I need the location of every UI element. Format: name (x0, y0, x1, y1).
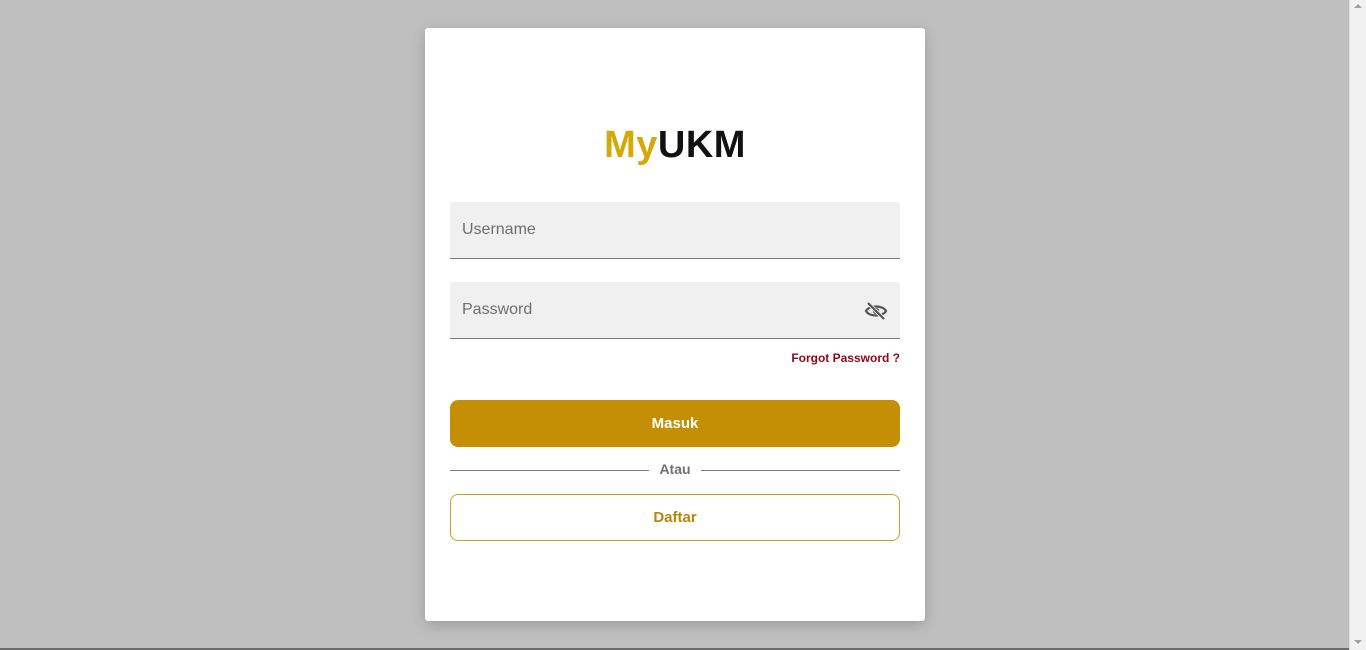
page-background: MyUKM Forgot Password ? Masuk Atau Da (0, 0, 1349, 650)
login-card: MyUKM Forgot Password ? Masuk Atau Da (425, 28, 925, 621)
register-button[interactable]: Daftar (450, 494, 900, 541)
username-input[interactable] (450, 202, 900, 258)
scroll-down-arrow-icon[interactable] (1354, 640, 1362, 644)
app-logo: MyUKM (425, 126, 925, 164)
login-button[interactable]: Masuk (450, 400, 900, 447)
logo-part-ukm: UKM (657, 124, 746, 166)
eye-off-icon[interactable] (864, 300, 888, 322)
or-divider: Atau (450, 460, 900, 480)
scroll-up-arrow-icon[interactable] (1354, 4, 1362, 8)
vertical-scrollbar[interactable] (1349, 0, 1366, 650)
password-field-container (450, 282, 900, 339)
divider-label: Atau (659, 461, 691, 477)
password-input[interactable] (450, 282, 900, 338)
logo-part-my: My (604, 124, 658, 166)
username-field-container (450, 202, 900, 259)
forgot-password-link[interactable]: Forgot Password ? (791, 351, 900, 365)
divider-line-right (701, 470, 900, 471)
